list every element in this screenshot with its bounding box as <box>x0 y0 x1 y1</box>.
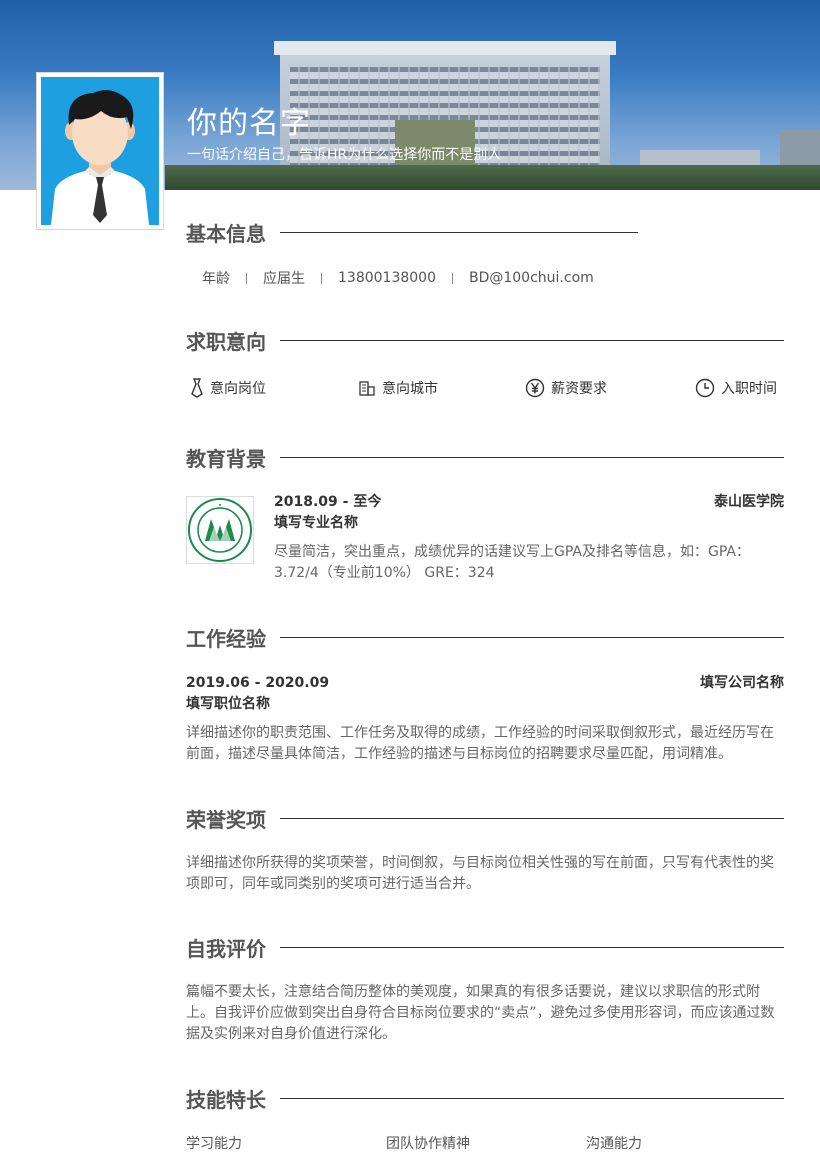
skill-item: 沟通能力 <box>586 1136 642 1152</box>
divider <box>280 231 638 233</box>
separator <box>246 272 247 284</box>
intent-label: 意向岗位 <box>210 381 266 397</box>
intent-label: 意向城市 <box>382 381 438 397</box>
position-name: 填写职位名称 <box>186 696 270 712</box>
divider <box>280 817 784 819</box>
section-title: 基本信息 <box>186 221 266 246</box>
section-basic-info: 基本信息 <box>186 217 784 247</box>
divider <box>280 1097 784 1099</box>
status-text: 应届生 <box>263 271 305 287</box>
work-period: 2019.06 - 2020.09 <box>186 675 330 691</box>
age-text: 年龄 <box>202 271 230 287</box>
intent-salary: 薪资要求 <box>525 378 607 398</box>
section-title: 技能特长 <box>186 1087 266 1112</box>
phone-text[interactable]: 13800138000 <box>338 270 436 286</box>
section-skills: 技能特长 <box>186 1083 784 1113</box>
clock-icon <box>695 378 715 398</box>
intent-label: 薪资要求 <box>551 381 607 397</box>
section-title: 工作经验 <box>186 626 266 651</box>
section-education: 教育背景 <box>186 442 784 472</box>
candidate-name: 你的名字 <box>187 106 311 141</box>
intent-row: 意向岗位 意向城市 薪资要求 入职时间 <box>190 378 784 400</box>
divider <box>280 636 784 638</box>
section-work: 工作经验 <box>186 622 784 652</box>
honors-desc: 详细描述你所获得的奖项荣誉，时间倒叙，与目标岗位相关性强的写在前面，只写有代表性… <box>186 855 774 892</box>
tie-icon <box>191 378 203 398</box>
major-name: 填写专业名称 <box>274 515 358 531</box>
company-name: 填写公司名称 <box>700 675 784 691</box>
section-title: 求职意向 <box>186 329 266 354</box>
education-entry: 2018.09 - 至今 泰山医学院 填写专业名称 尽量简洁，突出重点，成绩优异… <box>274 492 784 584</box>
separator <box>321 272 322 284</box>
school-emblem-icon <box>188 498 252 562</box>
section-title: 教育背景 <box>186 446 266 471</box>
intent-start-time: 入职时间 <box>695 378 777 398</box>
school-name: 泰山医学院 <box>714 494 784 510</box>
section-title: 自我评价 <box>186 936 266 961</box>
section-honors: 荣誉奖项 <box>186 803 784 833</box>
separator <box>451 272 453 284</box>
section-self-eval: 自我评价 <box>186 932 784 962</box>
work-entry: 2019.06 - 2020.09 填写公司名称 填写职位名称 详细描述你的职责… <box>186 673 784 765</box>
person-icon <box>41 77 159 225</box>
building-icon <box>359 381 375 396</box>
tagline: 一句话介绍自己，告诉HR为什么选择你而不是别人 <box>187 147 502 163</box>
section-title: 荣誉奖项 <box>186 807 266 832</box>
education-desc: 尽量简洁，突出重点，成绩优异的话建议写上GPA及排名等信息，如：GPA：3.72… <box>274 544 750 581</box>
intent-city: 意向城市 <box>358 378 438 398</box>
skill-item: 团队协作精神 <box>386 1136 470 1152</box>
education-period: 2018.09 - 至今 <box>274 494 382 510</box>
basic-info-row: 年龄 应届生 13800138000 BD@100chui.com <box>202 268 594 288</box>
avatar-frame[interactable] <box>36 72 164 230</box>
skill-item: 学习能力 <box>186 1136 242 1152</box>
self-eval-desc: 篇幅不要太长，注意结合简历整体的美观度，如果真的有很多话要说，建议以求职信的形式… <box>186 984 775 1042</box>
work-desc: 详细描述你的职责范围、工作任务及取得的成绩，工作经验的时间采取倒叙形式，最近经历… <box>186 725 774 762</box>
intent-label: 入职时间 <box>721 381 777 397</box>
section-job-intent: 求职意向 <box>186 325 784 355</box>
school-logo <box>186 496 254 564</box>
yen-icon <box>525 378 545 398</box>
divider <box>280 946 784 948</box>
divider <box>280 339 784 341</box>
email-text[interactable]: BD@100chui.com <box>469 270 594 286</box>
avatar <box>41 77 159 225</box>
divider <box>280 456 784 458</box>
intent-position: 意向岗位 <box>190 378 266 398</box>
